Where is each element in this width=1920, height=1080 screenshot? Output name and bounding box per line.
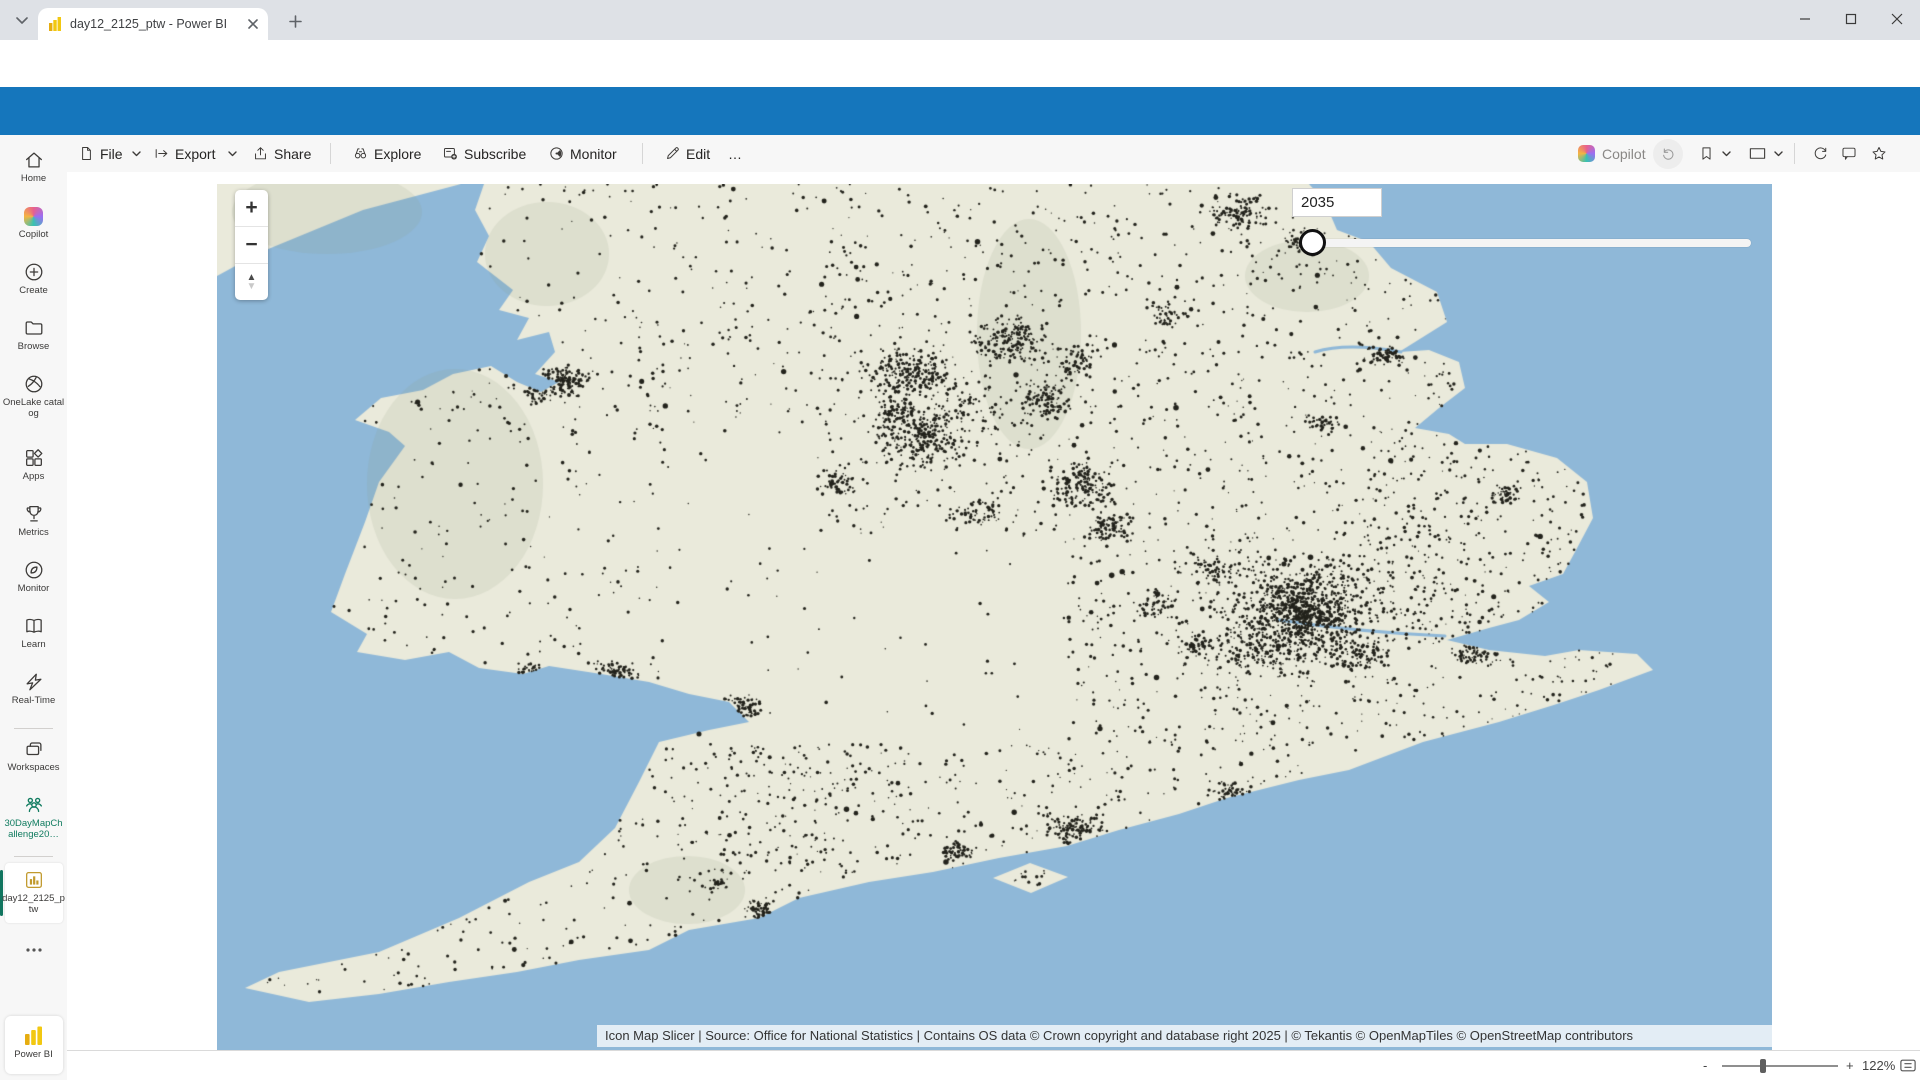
sidebar-item-onelake-catalog[interactable]: OneLake catalog <box>0 372 67 419</box>
browser-tabstrip: day12_2125_ptw - Power BI <box>0 0 1920 40</box>
share-button[interactable]: Share <box>274 135 311 172</box>
canvas-zoom-slider-handle[interactable] <box>1760 1059 1766 1073</box>
subscribe-icon <box>442 135 459 172</box>
canvas-zoom-slider-track[interactable] <box>1722 1065 1838 1067</box>
tilt-down-icon[interactable]: ▼ <box>247 282 257 291</box>
export-menu[interactable]: Export <box>175 135 215 172</box>
file-icon <box>78 135 95 172</box>
monitor-button[interactable]: Monitor <box>570 135 617 172</box>
trophy-icon <box>0 502 67 526</box>
sidebar-item-metrics[interactable]: Metrics <box>0 502 67 538</box>
sidebar-item-real-time[interactable]: Real-Time <box>0 670 67 706</box>
book-icon <box>0 614 67 638</box>
canvas-zoom-out-button[interactable]: - <box>1703 1051 1707 1080</box>
year-slider-handle[interactable] <box>1299 229 1326 256</box>
sidebar-item-powerbi[interactable]: Power BI <box>0 1024 67 1060</box>
window-minimize-button[interactable] <box>1782 0 1828 38</box>
canvas-zoom-in-button[interactable]: + <box>1846 1051 1854 1080</box>
bookmark-icon[interactable] <box>1698 135 1715 172</box>
report-status-bar <box>67 1050 1920 1080</box>
sidebar-more-icon[interactable] <box>0 938 67 962</box>
favorite-star-icon[interactable] <box>1870 135 1888 172</box>
reset-filters-icon[interactable] <box>1653 139 1683 169</box>
year-slider-track[interactable] <box>1312 239 1751 247</box>
map-zoom-out-button[interactable]: − <box>235 227 268 263</box>
canvas-zoom-level: 122% <box>1862 1051 1895 1080</box>
workspaces-icon <box>0 737 67 761</box>
subscribe-button[interactable]: Subscribe <box>464 135 526 172</box>
copilot-button[interactable]: Copilot <box>1602 135 1646 172</box>
sidebar-item-30daymapchallenge[interactable]: 30DayMapChallenge20… <box>0 793 67 840</box>
tab-title: day12_2125_ptw - Power BI <box>70 17 240 31</box>
map-canvas[interactable] <box>217 184 1772 1050</box>
browser-tab[interactable]: day12_2125_ptw - Power BI <box>38 8 268 40</box>
map-attribution: Icon Map Slicer | Source: Office for Nat… <box>597 1025 1772 1047</box>
fit-to-page-icon[interactable] <box>1900 1051 1916 1080</box>
sidebar-item-apps[interactable]: Apps <box>0 446 67 482</box>
tab-close-icon[interactable] <box>248 19 258 29</box>
apps-grid-icon <box>0 446 67 470</box>
toolbar-divider <box>330 143 331 164</box>
sidebar-item-copilot[interactable]: Copilot <box>0 204 67 240</box>
sidebar-item-home[interactable]: Home <box>0 148 67 184</box>
bar-chart-icon <box>0 868 67 892</box>
edit-button[interactable]: Edit <box>686 135 710 172</box>
compass-icon <box>0 558 67 582</box>
explore-icon <box>352 135 369 172</box>
plus-circle-icon <box>0 260 67 284</box>
sidebar-item-learn[interactable]: Learn <box>0 614 67 650</box>
sidebar-item-day12-report[interactable]: day12_2125_ptw <box>0 868 67 915</box>
file-menu[interactable]: File <box>100 135 123 172</box>
monitor-icon <box>548 135 565 172</box>
lightning-icon <box>0 670 67 694</box>
powerbi-logo <box>0 1024 67 1048</box>
sidebar-item-browse[interactable]: Browse <box>0 316 67 352</box>
onelake-icon <box>0 372 67 396</box>
home-icon <box>0 148 67 172</box>
sidebar-divider <box>14 728 53 729</box>
sidebar-item-workspaces[interactable]: Workspaces <box>0 737 67 773</box>
explore-button[interactable]: Explore <box>374 135 421 172</box>
map-tilt-control[interactable]: ▲ ▼ <box>235 264 268 300</box>
copilot-icon <box>1578 135 1595 172</box>
edit-icon <box>664 135 681 172</box>
more-options-icon[interactable]: … <box>728 135 742 172</box>
view-mode-icon[interactable] <box>1748 135 1767 172</box>
sidebar-item-monitor[interactable]: Monitor <box>0 558 67 594</box>
copilot-icon <box>0 204 67 228</box>
toolbar-divider <box>1794 143 1795 164</box>
chevron-down-icon[interactable] <box>228 135 237 172</box>
toolbar-divider <box>642 143 643 164</box>
year-slicer-input[interactable] <box>1292 188 1382 217</box>
people-group-icon <box>0 793 67 817</box>
browser-navbar: app.powerbi.com/groups/8f17e332-dc46-49d… <box>0 40 1920 87</box>
refresh-icon[interactable] <box>1812 135 1829 172</box>
folder-icon <box>0 316 67 340</box>
window-close-button[interactable] <box>1874 0 1920 38</box>
chevron-down-icon[interactable] <box>1774 135 1783 172</box>
tab-search-button[interactable] <box>10 9 34 33</box>
icon-map-visual: + − ▲ ▼ Icon Map Slicer | Source: Office… <box>217 184 1772 1050</box>
comments-icon[interactable] <box>1840 135 1858 172</box>
window-maximize-button[interactable] <box>1828 0 1874 38</box>
map-zoom-in-button[interactable]: + <box>235 190 268 226</box>
pbi-header: Icon Map day12_2125_ptw Data updated 11/… <box>0 87 1920 135</box>
powerbi-favicon <box>48 17 62 31</box>
chevron-down-icon[interactable] <box>132 135 141 172</box>
sidebar-divider <box>14 856 53 857</box>
chevron-down-icon[interactable] <box>1722 135 1731 172</box>
share-icon <box>252 135 269 172</box>
sidebar-item-create[interactable]: Create <box>0 260 67 296</box>
map-zoom-control: + − ▲ ▼ <box>235 190 268 300</box>
export-icon <box>153 135 170 172</box>
new-tab-button[interactable] <box>284 10 306 32</box>
